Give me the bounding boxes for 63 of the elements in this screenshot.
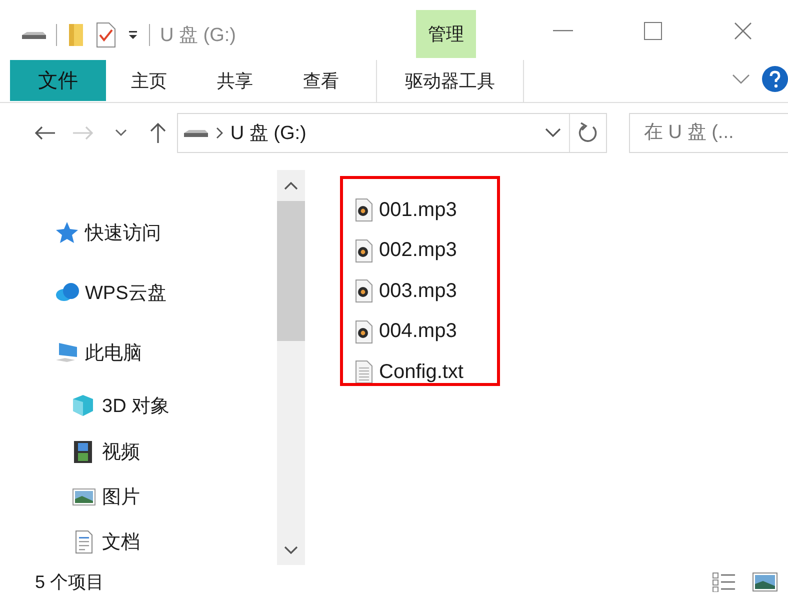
- sidebar-label: 文档: [102, 531, 140, 556]
- sidebar-item[interactable]: WPS云盘: [55, 263, 277, 324]
- sidebar-label: 图片: [102, 486, 140, 510]
- help-icon[interactable]: [762, 66, 788, 92]
- dropdown-icon[interactable]: [127, 29, 139, 41]
- forward-arrow-icon: [72, 126, 94, 140]
- scroll-up-icon[interactable]: [284, 182, 298, 190]
- file-item[interactable]: 001.mp3: [355, 190, 464, 230]
- address-path: U 盘 (G:): [230, 122, 308, 146]
- cube-icon: [72, 394, 96, 418]
- window-title: U 盘 (G:): [160, 24, 236, 48]
- ribbon-tab[interactable]: 主页: [106, 60, 192, 102]
- audio-file-icon: [355, 320, 373, 344]
- drive-icon[interactable]: [22, 32, 46, 38]
- minimize-icon: [553, 30, 573, 32]
- item-count: 5 个项目: [35, 571, 104, 594]
- sidebar-item[interactable]: 文档: [72, 520, 277, 566]
- address-bar[interactable]: U 盘 (G:): [177, 113, 608, 153]
- ribbon-context-label: 管理: [416, 10, 476, 58]
- sidebar-label: 快速访问: [85, 222, 161, 246]
- file-item[interactable]: 004.mp3: [355, 312, 464, 352]
- file-item[interactable]: 002.mp3: [355, 230, 464, 271]
- file-name: 003.mp3: [379, 280, 457, 303]
- drive-icon: [184, 130, 208, 136]
- sidebar-item[interactable]: 快速访问: [55, 203, 277, 264]
- sidebar-item[interactable]: 视频: [72, 428, 277, 474]
- scrollbar-thumb[interactable]: [277, 201, 305, 341]
- search-field[interactable]: 在 U 盘 (...: [629, 113, 788, 153]
- text-file-icon: [355, 360, 373, 384]
- refresh-icon[interactable]: [578, 122, 598, 144]
- file-item[interactable]: Config.txt: [355, 352, 464, 392]
- chevron-right-icon[interactable]: [216, 127, 224, 139]
- star-icon: [55, 221, 79, 246]
- maximize-icon: [644, 22, 662, 40]
- sidebar-item[interactable]: 图片: [72, 474, 277, 520]
- audio-file-icon: [355, 279, 373, 304]
- dropdown-chevron-icon[interactable]: [545, 128, 562, 138]
- close-icon: [734, 22, 752, 40]
- details-view-icon[interactable]: [712, 572, 736, 592]
- file-menu-tab[interactable]: 文件: [10, 60, 106, 100]
- checklist-icon[interactable]: [95, 22, 117, 48]
- up-arrow-icon: [150, 122, 166, 144]
- file-name: 002.mp3: [379, 239, 457, 262]
- sidebar-label: 视频: [102, 440, 140, 465]
- file-name: 001.mp3: [379, 198, 457, 222]
- expand-ribbon-icon[interactable]: [732, 74, 750, 84]
- file-name: Config.txt: [379, 360, 464, 384]
- sidebar-label: 3D 对象: [102, 395, 170, 420]
- chevron-down-icon: [114, 129, 127, 137]
- audio-file-icon: [355, 238, 373, 263]
- sidebar-label: WPS云盘: [85, 282, 166, 306]
- file-name: 004.mp3: [379, 320, 457, 344]
- scrollbar[interactable]: [277, 170, 305, 565]
- sidebar-label: 此电脑: [85, 342, 142, 366]
- file-item[interactable]: 003.mp3: [355, 271, 464, 312]
- large-icons-view-icon[interactable]: [752, 572, 778, 592]
- ribbon-tab[interactable]: 共享: [192, 60, 278, 102]
- scroll-down-icon[interactable]: [284, 546, 298, 554]
- audio-file-icon: [355, 198, 373, 222]
- sidebar-item[interactable]: 3D 对象: [72, 384, 277, 429]
- back-arrow-icon: [34, 126, 56, 140]
- ribbon-tab[interactable]: 查看: [278, 60, 364, 102]
- sidebar-item[interactable]: 此电脑: [55, 323, 277, 384]
